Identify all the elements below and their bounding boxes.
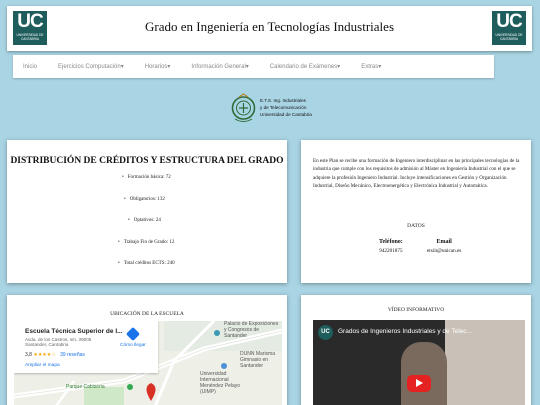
school-name-line2: y de Telecomunicación bbox=[260, 105, 307, 110]
main-navbar: Inicio Ejercicios Computación▾ Horarios▾… bbox=[13, 55, 494, 78]
directions-button[interactable]: Cómo llegar bbox=[120, 326, 146, 348]
reviews-link[interactable]: 39 reseñas bbox=[60, 352, 85, 358]
datos-heading: DATOS bbox=[407, 223, 425, 229]
school-logo: E.T.S. Ing. Industriales y de Telecomuni… bbox=[230, 93, 312, 125]
play-button-icon[interactable] bbox=[407, 375, 431, 392]
credits-item: Total créditos ECTS: 240 bbox=[118, 260, 175, 282]
uc-logo-letters: UC bbox=[496, 11, 522, 32]
phone-value: 942201875 bbox=[379, 248, 403, 254]
video-thumbnail-person bbox=[401, 342, 447, 405]
nav-item-extras[interactable]: Extras▾ bbox=[361, 63, 381, 70]
nav-item-inicio[interactable]: Inicio bbox=[23, 64, 37, 70]
info-card: En este Plan se recibe una formación de … bbox=[301, 140, 531, 283]
video-heading[interactable]: Grados de Ingenieros Industriales y de T… bbox=[338, 328, 472, 335]
credits-item: Formación básica: 72 bbox=[122, 174, 175, 196]
place-address: Avda. de los Castros, s/n, 39005 Santand… bbox=[25, 337, 92, 348]
school-name-line1: E.T.S. Ing. Industriales bbox=[260, 98, 306, 103]
channel-avatar[interactable]: UC bbox=[318, 325, 333, 340]
enlarge-map-link[interactable]: Ampliar el mapa bbox=[25, 363, 60, 368]
video-section-title: VÍDEO INFORMATIVO bbox=[387, 307, 445, 313]
credits-title: DISTRIBUCIÓN DE CRÉDITOS Y ESTRUCTURA DE… bbox=[10, 156, 284, 166]
map-title: UBICACIÓN DE LA ESCUELA bbox=[110, 311, 184, 317]
page-title: Grado en Ingeniería en Tecnologías Indus… bbox=[144, 19, 394, 34]
credits-list: Formación básica: 72 Obligatorios: 132 O… bbox=[120, 174, 175, 282]
site-header: UC Universidad de Cantabria Grado en Ing… bbox=[7, 6, 532, 51]
credits-item: Optativos: 24 bbox=[128, 217, 175, 239]
nav-item-ejercicios[interactable]: Ejercicios Computación▾ bbox=[58, 63, 124, 70]
credits-item: Trabajo Fin de Grado: 12 bbox=[118, 239, 175, 261]
program-description: En este Plan se recibe una formación de … bbox=[313, 158, 520, 189]
map-label-palacio: Palacio de Exposiciones y Congresos de S… bbox=[224, 321, 279, 339]
map-card: UBICACIÓN DE LA ESCUELA Palacio de Expos… bbox=[7, 295, 287, 405]
contact-phone: Teléfono: 942201875 bbox=[379, 239, 403, 254]
nav-item-calendario[interactable]: Calendario de Exámenes▾ bbox=[270, 63, 340, 70]
credits-card: DISTRIBUCIÓN DE CRÉDITOS Y ESTRUCTURA DE… bbox=[7, 140, 287, 283]
embedded-map[interactable]: Palacio de Exposiciones y Congresos de S… bbox=[14, 321, 282, 405]
email-value[interactable]: etsiit@unican.es bbox=[427, 248, 461, 254]
uc-logo-right[interactable]: UC Universidad de Cantabria bbox=[492, 11, 526, 45]
school-name: E.T.S. Ing. Industriales y de Telecomuni… bbox=[260, 97, 312, 118]
place-name[interactable]: Escuela Técnica Superior de I... bbox=[25, 328, 123, 335]
place-rating: 3,8 ★★★★☆ 39 reseñas bbox=[25, 352, 85, 358]
map-label-uimp: Universidad Internacional Menéndez Pelay… bbox=[200, 371, 241, 395]
school-name-line3: Universidad de Cantabria bbox=[260, 112, 312, 117]
contact-email: Email etsiit@unican.es bbox=[427, 239, 461, 254]
rating-value: 3,8 bbox=[25, 352, 32, 358]
directions-label: Cómo llegar bbox=[120, 343, 146, 348]
video-card: VÍDEO INFORMATIVO UC Grados de Ingeniero… bbox=[301, 295, 531, 405]
place-info-card: Escuela Técnica Superior de I... Avda. d… bbox=[14, 321, 158, 373]
map-label-parque: Parque Cabiseria bbox=[66, 384, 105, 390]
credits-item: Obligatorios: 132 bbox=[124, 196, 175, 218]
nav-item-horarios[interactable]: Horarios▾ bbox=[145, 63, 171, 70]
embedded-video[interactable]: UC Grados de Ingenieros Industriales y d… bbox=[313, 320, 525, 405]
map-label-dunn: DUNN Marisma Gimnasio en Santander bbox=[240, 351, 275, 369]
school-emblem-icon bbox=[231, 93, 256, 122]
directions-icon bbox=[125, 326, 141, 342]
nav-item-informacion[interactable]: Información General▾ bbox=[191, 63, 248, 70]
rating-stars-icon: ★★★★☆ bbox=[33, 352, 56, 358]
email-label: Email bbox=[436, 239, 452, 245]
uc-logo-subtitle: Universidad de Cantabria bbox=[495, 33, 523, 41]
phone-label: Teléfono: bbox=[379, 239, 403, 245]
